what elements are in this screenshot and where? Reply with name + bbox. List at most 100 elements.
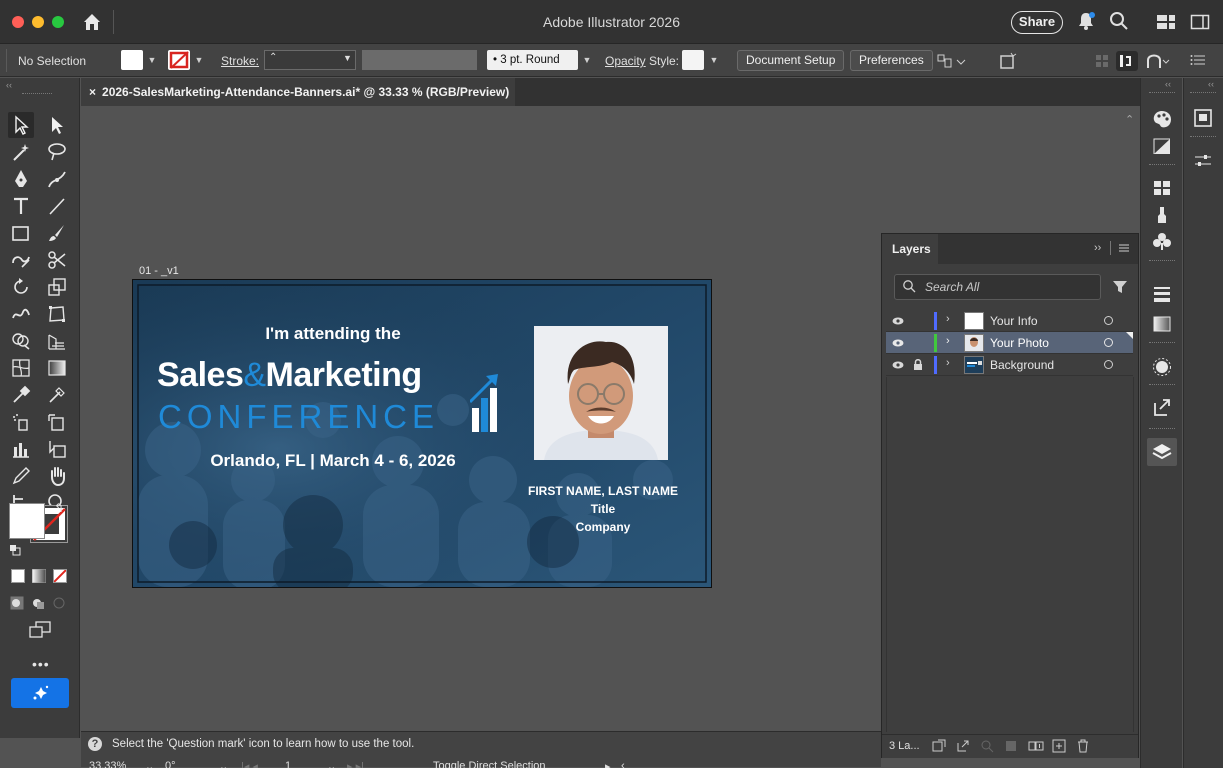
curvature-tool-icon[interactable] — [44, 166, 70, 192]
visibility-eye-icon[interactable] — [892, 316, 904, 326]
fill-dropdown[interactable]: ▼ — [145, 50, 159, 70]
pen-tool-icon[interactable] — [8, 166, 34, 192]
paintbrush-tool-icon[interactable] — [44, 220, 70, 246]
scale-tool-icon[interactable] — [44, 274, 70, 300]
edit-toolbar-icon[interactable]: ••• — [32, 656, 50, 672]
preferences-button[interactable]: Preferences — [850, 50, 933, 71]
lock-toggle[interactable] — [913, 314, 923, 328]
layer-name[interactable]: Background — [990, 358, 1054, 372]
fill-swatch[interactable] — [121, 50, 143, 70]
eyedropper-tool-icon[interactable] — [8, 382, 34, 408]
adjustments-icon[interactable] — [1190, 148, 1216, 174]
expand-chevron-icon[interactable]: › — [946, 313, 950, 325]
free-transform-tool-icon[interactable] — [44, 301, 70, 327]
collapse-icon[interactable]: ‹‹ — [6, 80, 12, 90]
stroke-weight-field[interactable]: ⌃ ▼ — [264, 50, 356, 70]
target-circle-icon[interactable] — [1104, 338, 1113, 347]
collapse-icon[interactable]: ‹‹ — [1208, 79, 1214, 89]
home-icon[interactable] — [82, 12, 102, 32]
swatches-icon[interactable] — [1149, 175, 1175, 201]
draw-behind-icon[interactable] — [31, 596, 45, 610]
target-circle-icon[interactable] — [1104, 316, 1113, 325]
gradient-panel-icon[interactable] — [1149, 311, 1175, 337]
column-graph-tool-icon[interactable] — [8, 436, 34, 462]
question-mark-icon[interactable]: ? — [88, 737, 102, 751]
direct-selection-tool-icon[interactable] — [44, 112, 70, 138]
pencil-tool-icon[interactable] — [8, 463, 34, 489]
brushes-icon[interactable] — [1149, 202, 1175, 228]
filter-icon[interactable] — [1112, 279, 1128, 295]
rectangle-tool-icon[interactable] — [8, 220, 34, 246]
expand-chevron-icon[interactable]: › — [946, 357, 950, 369]
layer-row-background[interactable]: › Background — [886, 354, 1133, 376]
visibility-eye-icon[interactable] — [892, 338, 904, 348]
zoom-window-button[interactable] — [52, 16, 64, 28]
properties-panel-icon[interactable] — [1190, 105, 1216, 131]
perspective-grid-tool-icon[interactable] — [44, 328, 70, 354]
lasso-tool-icon[interactable] — [44, 139, 70, 165]
document-setup-button[interactable]: Document Setup — [737, 50, 845, 71]
slice-tool-icon[interactable] — [44, 436, 70, 462]
screen-mode-icon[interactable] — [28, 620, 52, 640]
artboard-name[interactable]: 01 - _v1 — [139, 265, 179, 277]
new-layer-icon[interactable] — [1052, 739, 1066, 753]
color-mode-icon[interactable] — [11, 569, 25, 583]
type-tool-icon[interactable] — [8, 193, 34, 219]
measure-tool-icon[interactable] — [44, 382, 70, 408]
artboard[interactable]: I'm attending the Sales&Marketing CONFER… — [132, 279, 712, 588]
graphic-style-swatch[interactable] — [682, 50, 704, 70]
layers-list-empty-area[interactable] — [886, 377, 1134, 732]
artboard-tool-icon[interactable] — [44, 409, 70, 435]
collect-for-export-icon[interactable] — [932, 739, 946, 753]
curvature-icon[interactable] — [1145, 52, 1171, 70]
document-tab[interactable]: × 2026-SalesMarketing-Attendance-Banners.… — [81, 78, 515, 106]
selection-tool-icon[interactable] — [8, 112, 34, 138]
color-panel-icon[interactable] — [1149, 106, 1175, 132]
lock-toggle[interactable] — [913, 336, 923, 350]
close-window-button[interactable] — [12, 16, 24, 28]
symbols-icon[interactable] — [1149, 229, 1175, 255]
panel-expand-icon[interactable]: ›› — [1094, 242, 1101, 254]
lock-icon[interactable] — [913, 358, 923, 371]
brush-definition[interactable]: • 3 pt. Round — [487, 50, 578, 70]
layer-name[interactable]: Your Photo — [990, 336, 1049, 350]
rotate-tool-icon[interactable] — [8, 274, 34, 300]
scroll-up-icon[interactable]: ⌃ — [1125, 113, 1134, 126]
minimize-window-button[interactable] — [32, 16, 44, 28]
layer-name[interactable]: Your Info — [990, 314, 1038, 328]
line-segment-tool-icon[interactable] — [44, 193, 70, 219]
layers-search-input[interactable]: Search All — [894, 274, 1101, 300]
stroke-label[interactable]: Stroke: — [221, 54, 259, 68]
export-icon[interactable] — [956, 739, 970, 753]
new-sublayer-icon[interactable] — [1028, 739, 1044, 753]
appearance-icon[interactable] — [1149, 354, 1175, 380]
layer-row-your-info[interactable]: › Your Info — [886, 310, 1133, 332]
default-colors-icon[interactable] — [9, 544, 21, 556]
gradient-tool-icon[interactable] — [44, 355, 70, 381]
none-mode-icon[interactable] — [53, 569, 67, 583]
visibility-eye-icon[interactable] — [892, 360, 904, 370]
variable-width-profile[interactable] — [362, 50, 477, 70]
arrange-active-icon[interactable] — [1116, 51, 1138, 71]
close-tab-icon[interactable]: × — [89, 85, 96, 99]
swap-fill-stroke-icon[interactable]: ↰ — [54, 501, 64, 515]
layers-panel-icon[interactable] — [1147, 438, 1177, 466]
share-button[interactable]: Share — [1011, 11, 1063, 34]
hand-tool-icon[interactable] — [44, 463, 70, 489]
workspace-icon[interactable] — [1156, 13, 1176, 31]
draw-normal-icon[interactable] — [10, 596, 24, 610]
layers-tab[interactable]: Layers — [882, 234, 938, 264]
panel-menu-icon[interactable] — [1118, 242, 1130, 254]
stepper-icon[interactable]: ⌃ — [269, 52, 277, 63]
target-circle-icon[interactable] — [1104, 360, 1113, 369]
brush-dropdown[interactable]: ▼ — [580, 50, 594, 70]
notifications-icon[interactable] — [1075, 10, 1097, 32]
panels-toggle-icon[interactable] — [1190, 13, 1210, 31]
magic-wand-tool-icon[interactable] — [8, 139, 34, 165]
opacity-label[interactable]: Opacity — [605, 54, 646, 68]
search-icon[interactable] — [1108, 10, 1130, 32]
generative-ai-button[interactable] — [11, 678, 69, 708]
layer-row-your-photo[interactable]: › Your Photo — [886, 332, 1133, 354]
export-icon[interactable] — [1149, 394, 1175, 420]
collapse-icon[interactable]: ‹‹ — [1165, 79, 1171, 89]
